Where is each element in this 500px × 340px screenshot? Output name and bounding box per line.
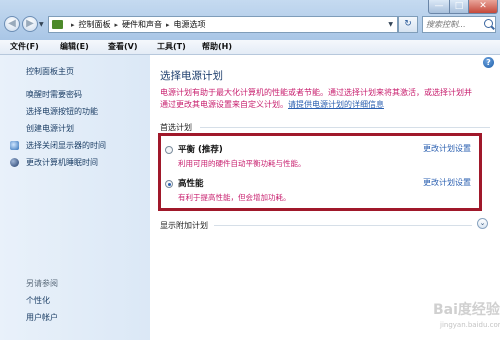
- address-dropdown-icon[interactable]: ▼: [388, 17, 393, 32]
- sidebar-control-panel-home[interactable]: 控制面板主页: [26, 66, 74, 77]
- menu-edit[interactable]: 编辑(E): [60, 40, 89, 54]
- plan-high-performance-radio[interactable]: [165, 180, 173, 188]
- close-button[interactable]: ✕: [468, 0, 498, 14]
- back-arrow-icon: ◀: [8, 18, 16, 29]
- description-line-1: 电源计划有助于最大化计算机的性能或者节能。通过选择计划来将其激活，或选择计划并: [160, 87, 490, 98]
- menu-file[interactable]: 文件(F): [10, 40, 39, 54]
- maximize-button[interactable]: □: [449, 0, 469, 14]
- page-title: 选择电源计划: [160, 70, 223, 82]
- back-button[interactable]: ◀: [4, 16, 20, 32]
- menu-view[interactable]: 查看(V): [108, 40, 138, 54]
- chevron-down-icon[interactable]: ⌄: [477, 218, 488, 229]
- sidebar-item-user-accounts[interactable]: 用户帐户: [26, 312, 58, 323]
- address-bar[interactable]: ▸ 控制面板 ▸ 硬件和声音 ▸ 电源选项 ▼: [48, 16, 398, 33]
- plan-balanced-radio[interactable]: [165, 146, 173, 154]
- left-nav-pane: 控制面板主页 唤醒时需要密码 选择电源按钮的功能 创建电源计划 选择关闭显示器的…: [0, 55, 150, 340]
- menu-bar: 文件(F) 编辑(E) 查看(V) 工具(T) 帮助(H): [0, 40, 500, 55]
- plan-high-performance-description: 有利于提高性能，但会增加功耗。: [178, 193, 291, 202]
- breadcrumb: ▸ 控制面板 ▸ 硬件和声音 ▸ 电源选项: [67, 17, 206, 33]
- preferred-plans-label: 首选计划: [160, 123, 192, 132]
- moon-icon: [10, 158, 19, 167]
- description-line-2: 通过更改其电源设置来自定义计划。请提供电源计划的详细信息: [160, 99, 490, 110]
- monitor-icon: [10, 141, 19, 150]
- history-dropdown-icon[interactable]: ▼: [39, 21, 44, 28]
- refresh-icon: ↻: [404, 19, 412, 29]
- menu-help[interactable]: 帮助(H): [202, 40, 232, 54]
- main-content: ? 选择电源计划 电源计划有助于最大化计算机的性能或者节能。通过选择计划来将其激…: [150, 55, 500, 340]
- plan-balanced-change-link[interactable]: 更改计划设置: [423, 143, 471, 154]
- additional-plans-divider: [214, 225, 472, 226]
- breadcrumb-power-options[interactable]: 电源选项: [174, 20, 206, 29]
- watermark-logo: Bai度经验: [433, 302, 500, 318]
- plan-balanced-name[interactable]: 平衡 (推荐): [178, 143, 223, 155]
- breadcrumb-separator-icon: ▸: [71, 21, 75, 29]
- preferred-plans-divider: [200, 127, 490, 128]
- plan-high-performance-change-link[interactable]: 更改计划设置: [423, 177, 471, 188]
- search-input[interactable]: [423, 17, 484, 32]
- description-text-1: 电源计划有助于最大化计算机的性能或者节能。通过选择计划来将其激活，或选择计划并: [160, 88, 472, 97]
- breadcrumb-separator-icon: ▸: [114, 21, 119, 29]
- menu-tools[interactable]: 工具(T): [157, 40, 186, 54]
- search-box[interactable]: [422, 16, 496, 33]
- breadcrumb-separator-icon: ▸: [166, 21, 170, 29]
- show-additional-plans-label[interactable]: 显示附加计划: [160, 220, 208, 231]
- minimize-button[interactable]: —: [428, 0, 450, 14]
- plan-details-link[interactable]: 请提供电源计划的详细信息: [288, 100, 384, 109]
- sidebar-item-power-button[interactable]: 选择电源按钮的功能: [26, 106, 98, 117]
- sidebar-item-sleep-time[interactable]: 更改计算机睡眠时间: [26, 157, 98, 168]
- breadcrumb-control-panel[interactable]: 控制面板: [79, 20, 111, 29]
- breadcrumb-hardware-sound[interactable]: 硬件和声音: [122, 20, 162, 29]
- window-chrome: — □ ✕ ◀ ▶ ▼ ▸ 控制面板 ▸ 硬件和声音 ▸ 电源选项 ▼ ↻: [0, 0, 500, 40]
- preferred-plans-highlight: 平衡 (推荐) 更改计划设置 利用可用的硬件自动平衡功耗与性能。 高性能 更改计…: [158, 133, 482, 211]
- sidebar-item-display-off[interactable]: 选择关闭显示器的时间: [26, 140, 106, 151]
- search-icon[interactable]: [484, 19, 493, 28]
- description-text-2: 通过更改其电源设置来自定义计划。: [160, 100, 288, 109]
- plan-balanced-description: 利用可用的硬件自动平衡功耗与性能。: [178, 159, 306, 168]
- refresh-button[interactable]: ↻: [398, 16, 418, 33]
- sidebar-item-personalization[interactable]: 个性化: [26, 295, 50, 306]
- sidebar-item-create-plan[interactable]: 创建电源计划: [26, 123, 74, 134]
- forward-button[interactable]: ▶: [22, 16, 38, 32]
- control-panel-icon: [52, 20, 63, 29]
- help-icon[interactable]: ?: [483, 57, 494, 68]
- forward-arrow-icon: ▶: [26, 18, 34, 29]
- plan-high-performance-name[interactable]: 高性能: [178, 177, 204, 189]
- sidebar-item-wake-password[interactable]: 唤醒时需要密码: [26, 89, 82, 100]
- watermark-url: jingyan.baidu.com: [440, 321, 500, 329]
- see-also-heading: 另请参阅: [26, 279, 58, 288]
